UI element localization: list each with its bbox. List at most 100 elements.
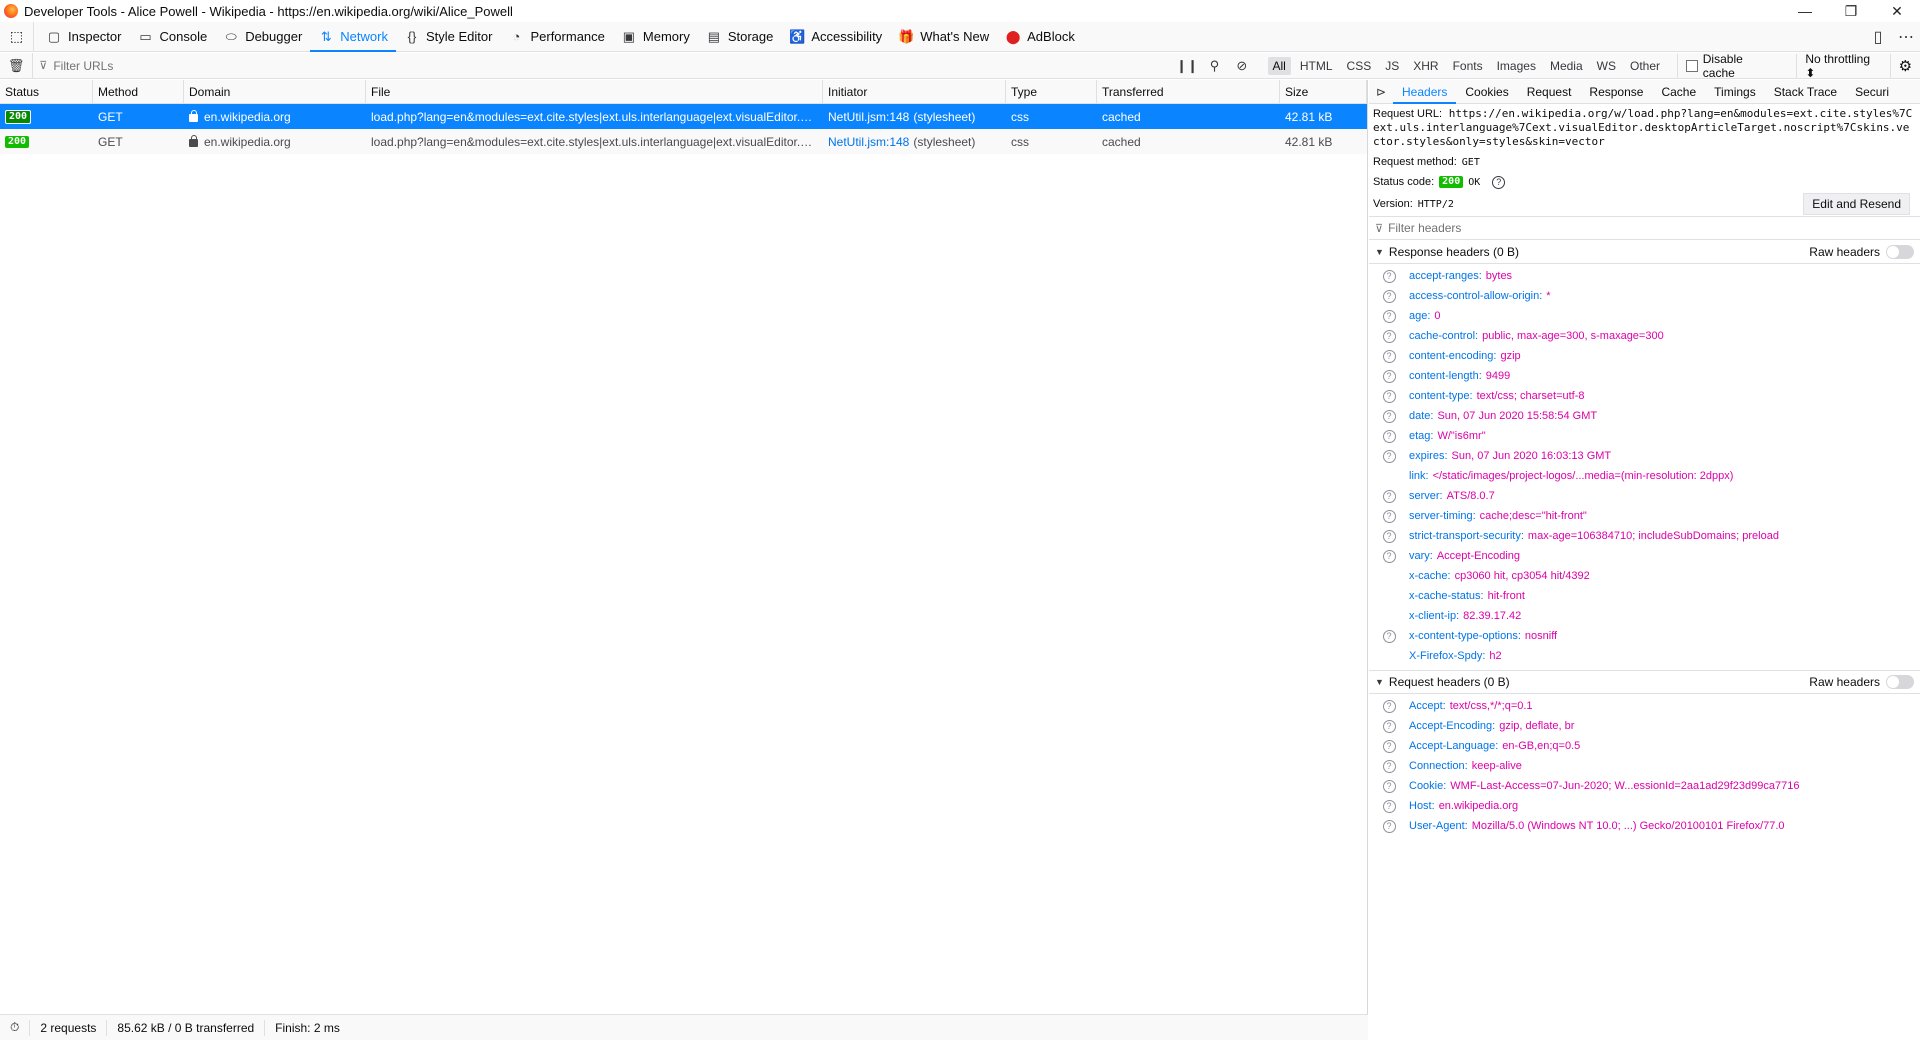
tab-what-s-new[interactable]: 🎁 What's New [890, 22, 997, 52]
collapse-triangle-icon[interactable]: ▼ [1375, 247, 1384, 257]
type-filter-images[interactable]: Images [1492, 57, 1541, 75]
table-row[interactable]: 200 GET en.wikipedia.org load.php?lang=en&m… [0, 104, 1367, 129]
help-icon[interactable]: ? [1382, 449, 1396, 463]
type-filter-ws[interactable]: WS [1592, 57, 1621, 75]
column-header-transferred[interactable]: Transferred [1097, 80, 1280, 104]
header-value[interactable]: Accept-Encoding [1437, 550, 1520, 562]
table-row[interactable]: 200 GET en.wikipedia.org load.php?lang=en&m… [0, 129, 1367, 154]
tab-adblock[interactable]: ⬤ AdBlock [997, 22, 1083, 52]
header-row[interactable]: ? etag: W/"is6mr" [1369, 426, 1920, 446]
help-icon[interactable]: ? [1382, 779, 1396, 793]
header-value[interactable]: cache;desc="hit-front" [1480, 510, 1587, 522]
header-value[interactable]: text/css; charset=utf-8 [1477, 390, 1585, 402]
tab-inspector[interactable]: ▢ Inspector [38, 22, 129, 52]
column-header-size[interactable]: Size [1280, 80, 1367, 104]
help-icon[interactable]: ? [1382, 349, 1396, 363]
restore-button[interactable]: ❐ [1828, 0, 1874, 22]
initiator-link[interactable]: NetUtil.jsm:148 [828, 135, 909, 149]
type-filter-all[interactable]: All [1267, 56, 1291, 75]
element-picker-icon[interactable]: ⬚ [0, 21, 34, 52]
block-icon[interactable]: ⊘ [1228, 58, 1255, 74]
header-row[interactable]: ? strict-transport-security: max-age=10638… [1369, 526, 1920, 546]
help-icon[interactable]: ? [1382, 369, 1396, 383]
help-icon[interactable]: ? [1382, 269, 1396, 283]
header-row[interactable]: ? access-control-allow-origin: * [1369, 286, 1920, 306]
header-value[interactable]: nosniff [1525, 630, 1557, 642]
header-value[interactable]: Mozilla/5.0 (Windows NT 10.0; ...) Gecko… [1472, 820, 1785, 832]
help-icon[interactable]: ? [1382, 329, 1396, 343]
type-filter-media[interactable]: Media [1545, 57, 1588, 75]
help-icon[interactable]: ? [1382, 289, 1396, 303]
help-icon[interactable]: ? [1382, 629, 1396, 643]
header-value[interactable]: 0 [1434, 310, 1440, 322]
header-row[interactable]: ? server: ATS/8.0.7 [1369, 486, 1920, 506]
header-row[interactable]: ? User-Agent: Mozilla/5.0 (Windows NT 10.0… [1369, 816, 1920, 836]
header-row[interactable]: ? expires: Sun, 07 Jun 2020 16:03:13 GMT [1369, 446, 1920, 466]
details-tab-response[interactable]: Response [1580, 80, 1652, 104]
details-tab-cache[interactable]: Cache [1652, 80, 1705, 104]
column-header-file[interactable]: File [366, 80, 823, 104]
details-tab-request[interactable]: Request [1518, 80, 1581, 104]
header-value[interactable]: public, max-age=300, s-maxage=300 [1482, 330, 1664, 342]
header-value[interactable]: gzip [1500, 350, 1520, 362]
header-value[interactable]: * [1546, 290, 1550, 302]
header-value[interactable]: hit-front [1488, 590, 1525, 602]
header-value[interactable]: 82.39.17.42 [1463, 610, 1521, 622]
pause-icon[interactable]: ❙❙ [1173, 58, 1200, 74]
help-icon[interactable]: ? [1382, 819, 1396, 833]
header-value[interactable]: gzip, deflate, br [1499, 720, 1574, 732]
more-options-icon[interactable]: ⋯ [1892, 27, 1920, 47]
toggle-switch[interactable] [1886, 675, 1914, 689]
type-filter-xhr[interactable]: XHR [1408, 57, 1443, 75]
close-window-button[interactable]: ✕ [1874, 0, 1920, 22]
settings-gear-icon[interactable]: ⚙ [1891, 57, 1920, 75]
help-icon[interactable]: ? [1382, 549, 1396, 563]
type-filter-fonts[interactable]: Fonts [1448, 57, 1488, 75]
request-url-value[interactable]: https://en.wikipedia.org/w/load.php?lang… [1373, 107, 1912, 148]
column-header-status[interactable]: Status [0, 80, 93, 104]
header-row[interactable]: ? Host: en.wikipedia.org [1369, 796, 1920, 816]
header-value[interactable]: WMF-Last-Access=07-Jun-2020; W...essionI… [1450, 780, 1799, 792]
collapse-triangle-icon[interactable]: ▼ [1375, 677, 1384, 687]
tab-storage[interactable]: ▤ Storage [698, 22, 782, 52]
details-tab-headers[interactable]: Headers [1393, 80, 1456, 104]
header-row[interactable]: ? content-length: 9499 [1369, 366, 1920, 386]
header-value[interactable]: W/"is6mr" [1437, 430, 1485, 442]
dock-options-icon[interactable]: ▯ [1864, 27, 1892, 47]
header-value[interactable]: h2 [1489, 650, 1501, 662]
column-header-domain[interactable]: Domain [184, 80, 366, 104]
header-row[interactable]: ? Connection: keep-alive [1369, 756, 1920, 776]
initiator-link[interactable]: NetUtil.jsm:148 [828, 110, 909, 124]
raw-headers-toggle[interactable]: Raw headers [1809, 675, 1914, 689]
minimize-button[interactable]: — [1782, 0, 1828, 22]
help-icon[interactable]: ? [1382, 699, 1396, 713]
header-value[interactable]: cp3060 hit, cp3054 hit/4392 [1455, 570, 1590, 582]
header-value[interactable]: Sun, 07 Jun 2020 15:58:54 GMT [1437, 410, 1597, 422]
header-row[interactable]: ? Cookie: WMF-Last-Access=07-Jun-2020; W..… [1369, 776, 1920, 796]
filter-urls-input[interactable]: ⊽ Filter URLs [33, 54, 1173, 78]
header-value[interactable]: ATS/8.0.7 [1447, 490, 1495, 502]
header-row[interactable]: ? x-content-type-options: nosniff [1369, 626, 1920, 646]
header-value[interactable]: bytes [1486, 270, 1512, 282]
tab-performance[interactable]: ◔ Performance [500, 22, 612, 52]
help-icon[interactable]: ? [1382, 759, 1396, 773]
header-row[interactable]: ? server-timing: cache;desc="hit-front" [1369, 506, 1920, 526]
tab-debugger[interactable]: ⬭ Debugger [215, 22, 310, 52]
tab-memory[interactable]: ▣ Memory [613, 22, 698, 52]
header-row[interactable]: ? vary: Accept-Encoding [1369, 546, 1920, 566]
header-value[interactable]: keep-alive [1472, 760, 1522, 772]
type-filter-html[interactable]: HTML [1295, 57, 1338, 75]
tab-style-editor[interactable]: {} Style Editor [396, 22, 500, 52]
header-row[interactable]: ? date: Sun, 07 Jun 2020 15:58:54 GMT [1369, 406, 1920, 426]
help-icon[interactable]: ? [1382, 739, 1396, 753]
header-row[interactable]: x-cache: cp3060 hit, cp3054 hit/4392 [1369, 566, 1920, 586]
header-row[interactable]: ? cache-control: public, max-age=300, s-ma… [1369, 326, 1920, 346]
clear-requests-icon[interactable]: 🗑 [0, 52, 34, 79]
header-row[interactable]: ? Accept: text/css,*/*;q=0.1 [1369, 696, 1920, 716]
disable-cache-checkbox[interactable]: Disable cache [1677, 52, 1776, 80]
column-header-method[interactable]: Method [93, 80, 184, 104]
edit-and-resend-button[interactable]: Edit and Resend [1803, 193, 1910, 215]
details-tab-cookies[interactable]: Cookies [1456, 80, 1517, 104]
header-row[interactable]: ? Accept-Language: en-GB,en;q=0.5 [1369, 736, 1920, 756]
help-icon[interactable]: ? [1382, 429, 1396, 443]
